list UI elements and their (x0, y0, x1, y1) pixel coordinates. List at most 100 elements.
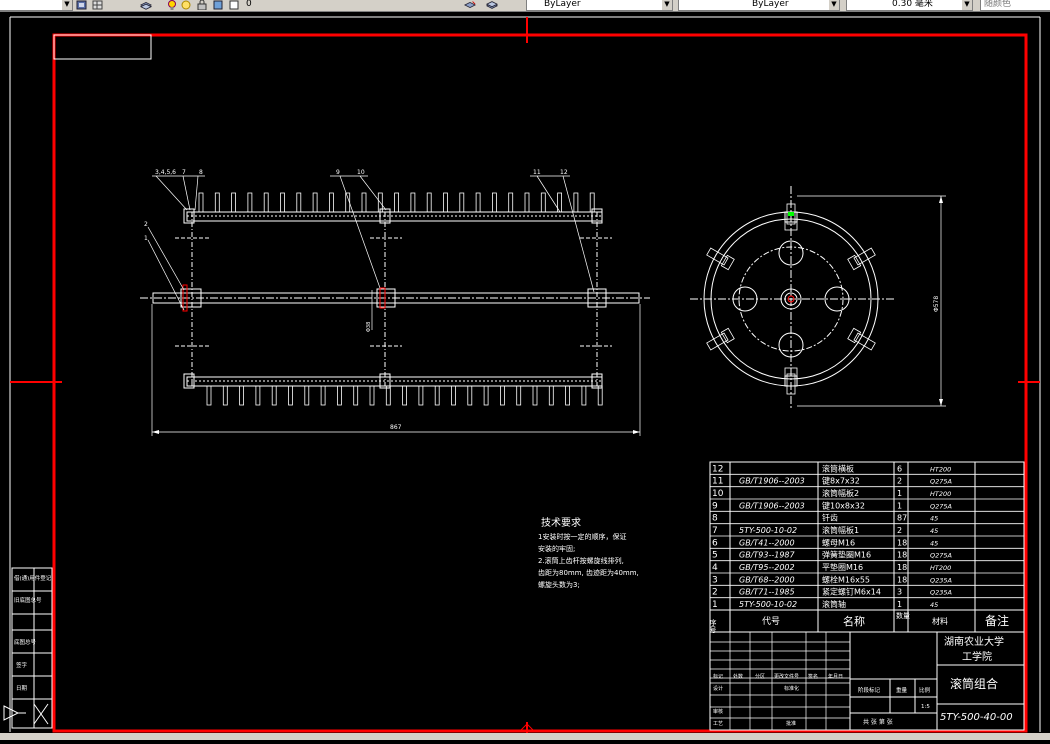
bom-cell-no: 10 (712, 489, 724, 499)
bom-cell-material: 45 (930, 539, 938, 547)
spike-tooth (280, 192, 285, 213)
layer-manager-icon[interactable] (76, 0, 88, 10)
weight-label: 重量 (896, 686, 908, 694)
linetype-select[interactable]: ByLayer ▼ (678, 0, 840, 11)
chevron-down-icon[interactable]: ▼ (829, 0, 839, 10)
bom-cell-qty: 2 (897, 526, 902, 535)
spike-tooth (418, 385, 424, 406)
spike-teeth-top (198, 192, 595, 213)
layer-stack-icon[interactable] (140, 0, 152, 10)
bom-cell-code: GB/T95--2002 (739, 563, 795, 572)
bom-cell-material: 45 (930, 527, 938, 535)
bom-cell-no: 1 (712, 600, 718, 610)
chevron-down-icon[interactable]: ▼ (62, 0, 72, 10)
bom-cell-name: 钎齿 (822, 513, 838, 523)
bom-cell-name: 紧定螺钉M6x14 (822, 587, 881, 597)
spike-tooth (353, 385, 359, 406)
spike-teeth-bottom (206, 385, 603, 406)
spike-tooth (206, 385, 212, 406)
spike-tooth (467, 385, 473, 406)
rev-label-4: 签名 (808, 673, 818, 680)
rev-label-2: 分区 (755, 673, 765, 680)
make-current-layer-icon[interactable] (464, 0, 476, 10)
layer-select[interactable]: ▼ (0, 0, 73, 11)
color-swatch-icon[interactable] (212, 0, 224, 10)
bom-cell-material: 45 (930, 515, 938, 523)
bom-cell-qty: 1 (897, 600, 902, 609)
spike-tooth (581, 385, 587, 406)
bom-cell-no: 12 (712, 464, 723, 474)
lock-icon[interactable] (196, 0, 208, 10)
leader-label-2: 2 (144, 221, 148, 228)
spike-tooth (247, 192, 253, 213)
spike-tooth (540, 192, 546, 213)
tech-req-title: 技术要求 (541, 516, 581, 529)
signer-3: 工艺 (713, 721, 723, 727)
leader-label-8: 8 (199, 169, 203, 176)
spike-tooth (394, 192, 400, 213)
layer-previous-icon[interactable] (486, 0, 498, 10)
bom-cell-name: 滚筒幅板1 (822, 525, 859, 535)
layer-name: 0 (246, 0, 252, 9)
bom-cell-material: HT200 (930, 490, 951, 498)
grid-icon[interactable] (92, 0, 104, 10)
spike-tooth (524, 192, 530, 213)
bom-cell-code: GB/T68--2000 (739, 575, 795, 584)
sheet-label: 共 张 第 张 (863, 718, 893, 726)
leader-label-10: 10 (357, 169, 365, 176)
leader-label-3456: 3,4,5,6 (155, 169, 176, 176)
lineweight-select[interactable]: 0.30 毫米 ▼ (846, 0, 973, 11)
bom-cell-no: 8 (712, 514, 718, 524)
spike-tooth (231, 192, 237, 213)
bom-cell-qty: 2 (897, 477, 902, 486)
tech-req-line-1: 安装的牢固; (538, 544, 575, 553)
spike-tooth (320, 385, 326, 406)
tech-req-line-4: 螺旋头数为3; (538, 580, 580, 589)
bom-cell-qty: 1 (897, 489, 902, 498)
rev-label-0: 标记 (713, 673, 723, 680)
ucs-icon (3, 703, 49, 725)
side-label-0: 借(通)用件登记 (14, 574, 52, 582)
spike-tooth (434, 385, 440, 406)
plotstyle-select[interactable]: 随颜色 (980, 0, 1050, 11)
bom-cell-material: Q235A (930, 576, 952, 584)
overall-length-dim: 867 (390, 424, 402, 431)
school-name: 湖南农业大学 (944, 635, 1004, 648)
bom-cell-qty: 18 (897, 575, 907, 584)
sun-icon[interactable] (180, 0, 192, 10)
bom-cell-material: Q235A (930, 589, 952, 597)
bom-cell-name: 螺母M16 (822, 537, 855, 547)
bom-cell-no: 3 (712, 575, 718, 585)
scale-value: 1:5 (921, 704, 930, 710)
spike-tooth (508, 192, 514, 213)
bom-cell-no: 11 (712, 477, 723, 487)
bom-cell-qty: 1 (897, 501, 902, 510)
status-strip (0, 733, 1050, 740)
bom-cell-name: 滚筒幅板2 (822, 488, 859, 498)
bom-header-remark: 备注 (985, 613, 1009, 628)
bom-cell-code: GB/T1906--2003 (739, 501, 805, 510)
spike-tooth (369, 385, 375, 406)
color-select[interactable]: ByLayer ▼ (526, 0, 673, 11)
bom-cell-code: GB/T71--1985 (739, 588, 795, 597)
bom-cell-qty: 18 (897, 538, 907, 547)
chevron-down-icon[interactable]: ▼ (662, 0, 672, 10)
bom-cell-qty: 18 (897, 563, 907, 572)
bom-cell-qty: 87 (897, 514, 907, 523)
spike-tooth (532, 385, 538, 406)
bom-cell-material: 45 (930, 601, 938, 609)
tech-req-line-3: 齿距为80mm, 齿迹距为40mm, (538, 568, 639, 577)
scale-label: 比例 (919, 686, 931, 694)
bom-table: 12 滚筒横板 6 HT20011 GB/T1906--2003 键8x7x32 2 Q275… (709, 461, 1025, 634)
bom-cell-no: 5 (712, 551, 718, 561)
bom-header-name: 名称 (843, 614, 865, 628)
spike-tooth (443, 192, 448, 213)
drawing-canvas[interactable]: 借(通)用件登记 旧底图总号 底图总号 签字 日期 3,4,5,6 7 8 2 … (0, 11, 1050, 740)
chevron-down-icon[interactable]: ▼ (962, 0, 972, 10)
leader-label-9: 9 (336, 169, 340, 176)
side-view: Φ578 (690, 186, 946, 410)
lightbulb-icon[interactable] (166, 0, 178, 10)
signer-4: 批准 (786, 720, 796, 727)
leader-label-1: 1 (144, 235, 148, 242)
bom-cell-qty: 18 (897, 551, 907, 560)
